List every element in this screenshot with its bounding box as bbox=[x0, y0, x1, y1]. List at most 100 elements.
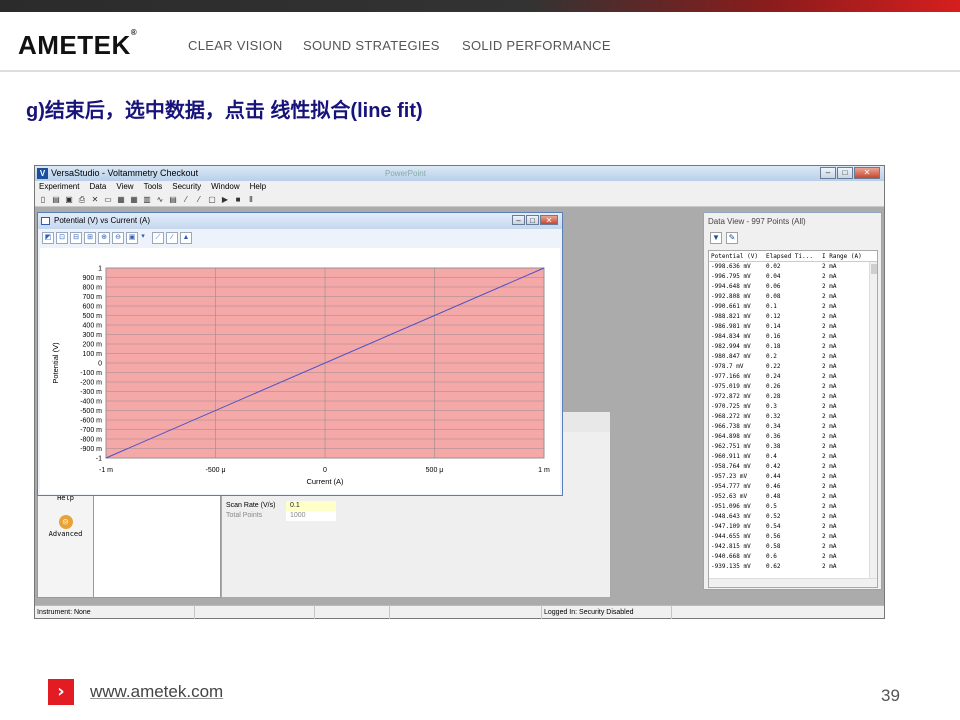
cursor-icon[interactable]: ▣ bbox=[126, 232, 138, 244]
table-cell: 0.34 bbox=[766, 423, 781, 430]
table-cell: 0.32 bbox=[766, 413, 781, 420]
table-cell: -977.166 mV bbox=[711, 373, 751, 380]
y-tick-label: 600 m bbox=[83, 304, 103, 311]
delete-icon[interactable]: ✕ bbox=[90, 195, 100, 205]
draw-icon[interactable]: ∕ bbox=[166, 232, 178, 244]
table-row[interactable]: -982.994 mV 0.18 2 mA bbox=[709, 342, 877, 352]
table-row[interactable]: -972.872 mV 0.28 2 mA bbox=[709, 392, 877, 402]
zoom-y-icon[interactable]: ⊞ bbox=[84, 232, 96, 244]
table-row[interactable]: -990.661 mV 0.1 2 mA bbox=[709, 302, 877, 312]
layout-icon[interactable]: ▦ bbox=[116, 195, 126, 205]
menu-help[interactable]: Help bbox=[250, 181, 266, 193]
property-value[interactable]: 0.1 bbox=[286, 501, 336, 511]
table-row[interactable]: -964.898 mV 0.36 2 mA bbox=[709, 432, 877, 442]
menu-tools[interactable]: Tools bbox=[144, 181, 163, 193]
print-icon[interactable]: ⎙ bbox=[77, 195, 87, 205]
play-icon[interactable]: ▶ bbox=[220, 195, 230, 205]
table-row[interactable]: -966.738 mV 0.34 2 mA bbox=[709, 422, 877, 432]
pause-icon[interactable]: Ⅱ bbox=[246, 195, 256, 205]
edit-icon[interactable]: ✎ bbox=[726, 232, 738, 244]
chart-properties-icon[interactable]: ◩ bbox=[42, 232, 54, 244]
table-row[interactable]: -970.725 mV 0.3 2 mA bbox=[709, 402, 877, 412]
table-cell: 0.02 bbox=[766, 263, 781, 270]
table-cell: 2 mA bbox=[822, 533, 837, 540]
open-icon[interactable]: ▤ bbox=[51, 195, 61, 205]
table-row[interactable]: -994.648 mV 0.06 2 mA bbox=[709, 282, 877, 292]
table-row[interactable]: -947.109 mV 0.54 2 mA bbox=[709, 522, 877, 532]
table-row[interactable]: -940.668 mV 0.6 2 mA bbox=[709, 552, 877, 562]
table-row[interactable]: -977.166 mV 0.24 2 mA bbox=[709, 372, 877, 382]
table-row[interactable]: -957.23 mV 0.44 2 mA bbox=[709, 472, 877, 482]
table-row[interactable]: -948.643 mV 0.52 2 mA bbox=[709, 512, 877, 522]
footer-url[interactable]: www.ametek.com bbox=[90, 682, 223, 702]
menu-data[interactable]: Data bbox=[89, 181, 106, 193]
window-icon[interactable]: ▢ bbox=[207, 195, 217, 205]
horizontal-scrollbar[interactable] bbox=[709, 578, 877, 587]
zoom-x-icon[interactable]: ⊟ bbox=[70, 232, 82, 244]
graph-icon[interactable]: ∿ bbox=[155, 195, 165, 205]
chart-svg[interactable]: 1 900 m 800 m 700 m 600 m 500 m 400 m 300 m 200 … bbox=[40, 248, 560, 494]
zoom-out-icon[interactable]: ⊖ bbox=[112, 232, 124, 244]
plot-area[interactable]: 1 900 m 800 m 700 m 600 m 500 m 400 m 300 m 200 … bbox=[40, 248, 560, 494]
property-row[interactable]: Total Points 1000 bbox=[222, 511, 340, 521]
table-row[interactable]: -996.795 mV 0.04 2 mA bbox=[709, 272, 877, 282]
property-row[interactable]: Scan Rate (V/s) 0.1 bbox=[222, 501, 340, 511]
menu-experiment[interactable]: Experiment bbox=[39, 181, 79, 193]
table-row[interactable]: -944.655 mV 0.56 2 mA bbox=[709, 532, 877, 542]
wand-icon[interactable]: ⁄ bbox=[194, 195, 204, 205]
chart-close-button[interactable]: ✕ bbox=[540, 215, 558, 225]
table-row[interactable]: -954.777 mV 0.46 2 mA bbox=[709, 482, 877, 492]
zoom-fit-icon[interactable]: ⊡ bbox=[56, 232, 68, 244]
wand-icon[interactable]: ⁄ bbox=[181, 195, 191, 205]
chart-icon[interactable]: ▥ bbox=[142, 195, 152, 205]
line-fit-icon[interactable]: ⟋ bbox=[152, 232, 164, 244]
menu-security[interactable]: Security bbox=[172, 181, 201, 193]
table-cell: 0.44 bbox=[766, 473, 781, 480]
table-row[interactable]: -986.981 mV 0.14 2 mA bbox=[709, 322, 877, 332]
table-row[interactable]: -958.764 mV 0.42 2 mA bbox=[709, 462, 877, 472]
export-icon[interactable]: ▲ bbox=[180, 232, 192, 244]
menu-window[interactable]: Window bbox=[211, 181, 239, 193]
table-row[interactable]: -960.911 mV 0.4 2 mA bbox=[709, 452, 877, 462]
data-grid[interactable]: Potential (V) Elapsed Ti... I Range (A) … bbox=[708, 250, 878, 588]
table-row[interactable]: -978.7 mV 0.22 2 mA bbox=[709, 362, 877, 372]
table-row[interactable]: -984.834 mV 0.16 2 mA bbox=[709, 332, 877, 342]
minimize-button[interactable]: – bbox=[820, 167, 836, 179]
layout-icon[interactable]: ▦ bbox=[129, 195, 139, 205]
maximize-button[interactable]: □ bbox=[837, 167, 853, 179]
filter-icon[interactable]: ▼ bbox=[710, 232, 722, 244]
table-icon[interactable]: ▤ bbox=[168, 195, 178, 205]
table-cell: 0.3 bbox=[766, 403, 777, 410]
scroll-thumb[interactable] bbox=[871, 264, 877, 274]
advanced-button[interactable]: ◎ Advanced bbox=[38, 515, 93, 538]
chart-minimize-button[interactable]: – bbox=[512, 215, 525, 225]
column-header[interactable]: Elapsed Ti... bbox=[764, 251, 820, 261]
column-header[interactable]: I Range (A) bbox=[820, 251, 870, 261]
table-row[interactable]: -951.096 mV 0.5 2 mA bbox=[709, 502, 877, 512]
table-cell: -964.898 mV bbox=[711, 433, 751, 440]
folder-icon[interactable]: ▭ bbox=[103, 195, 113, 205]
stop-icon[interactable]: ■ bbox=[233, 195, 243, 205]
save-icon[interactable]: ▣ bbox=[64, 195, 74, 205]
close-button[interactable]: ✕ bbox=[854, 167, 880, 179]
new-icon[interactable]: ▯ bbox=[38, 195, 48, 205]
table-row[interactable]: -962.751 mV 0.38 2 mA bbox=[709, 442, 877, 452]
y-tick-label: 400 m bbox=[83, 323, 103, 330]
dropdown-icon[interactable]: ▾ bbox=[140, 232, 146, 244]
table-row[interactable]: -988.821 mV 0.12 2 mA bbox=[709, 312, 877, 322]
table-row[interactable]: -998.636 mV 0.02 2 mA bbox=[709, 262, 877, 272]
table-row[interactable]: -980.847 mV 0.2 2 mA bbox=[709, 352, 877, 362]
chart-maximize-button[interactable]: □ bbox=[526, 215, 539, 225]
table-row[interactable]: -939.135 mV 0.62 2 mA bbox=[709, 562, 877, 572]
menu-view[interactable]: View bbox=[116, 181, 133, 193]
property-value[interactable]: 1000 bbox=[286, 511, 336, 521]
column-header[interactable]: Potential (V) bbox=[709, 251, 764, 261]
table-row[interactable]: -968.272 mV 0.32 2 mA bbox=[709, 412, 877, 422]
vertical-scrollbar[interactable] bbox=[869, 262, 877, 580]
table-row[interactable]: -975.019 mV 0.26 2 mA bbox=[709, 382, 877, 392]
y-tick-label: -600 m bbox=[80, 418, 102, 425]
table-row[interactable]: -952.63 mV 0.48 2 mA bbox=[709, 492, 877, 502]
table-row[interactable]: -992.808 mV 0.08 2 mA bbox=[709, 292, 877, 302]
zoom-in-icon[interactable]: ⊕ bbox=[98, 232, 110, 244]
table-row[interactable]: -942.815 mV 0.58 2 mA bbox=[709, 542, 877, 552]
